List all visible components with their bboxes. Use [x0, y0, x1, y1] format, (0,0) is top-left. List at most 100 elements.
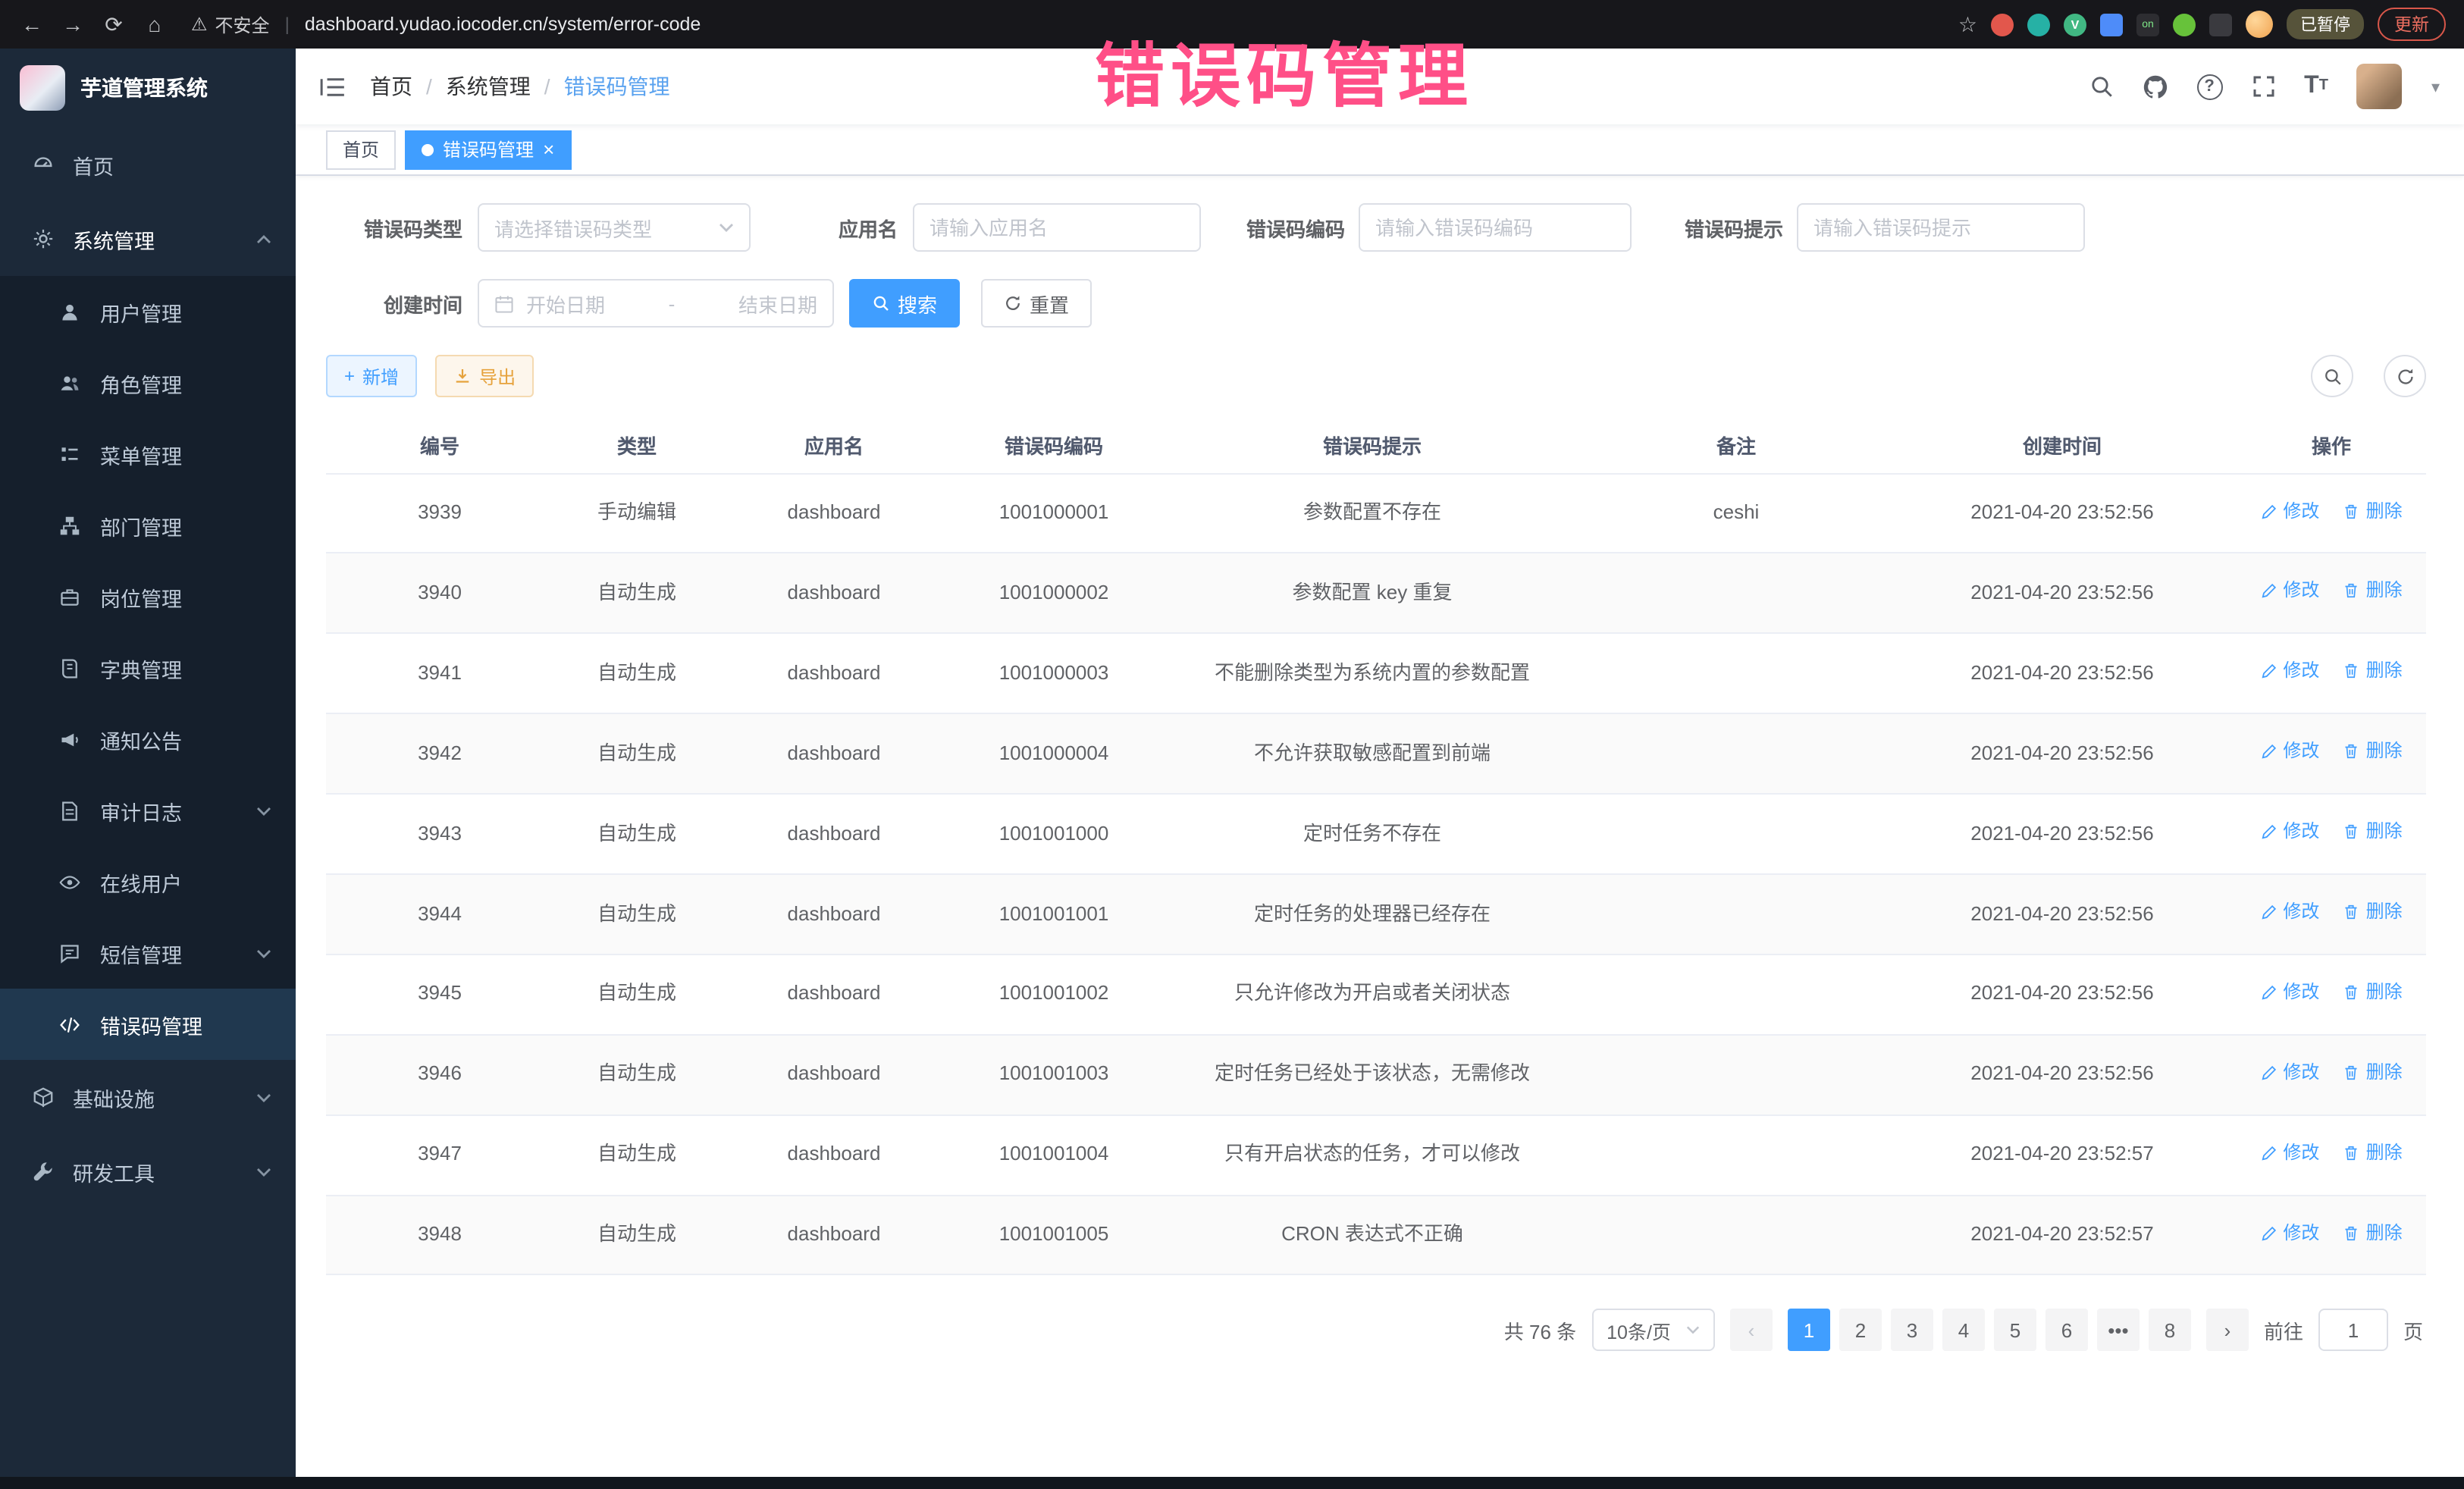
tab-errcode[interactable]: 错误码管理 ×: [405, 130, 571, 169]
sidebar-item-label: 系统管理: [73, 224, 155, 254]
edit-link[interactable]: 修改: [2260, 1218, 2319, 1247]
sidebar-item-user[interactable]: 用户管理: [0, 276, 296, 347]
prev-page-button[interactable]: ‹: [1730, 1309, 1773, 1352]
goto-prefix: 前往: [2264, 1316, 2303, 1345]
error-type-select[interactable]: 请选择错误码类型: [478, 203, 751, 252]
fullscreen-icon[interactable]: [2251, 74, 2275, 99]
help-icon[interactable]: ?: [2196, 74, 2222, 99]
page-button[interactable]: 2: [1839, 1309, 1882, 1352]
sidebar-item-audit[interactable]: 审计日志: [0, 775, 296, 846]
font-size-icon[interactable]: TT: [2304, 74, 2328, 99]
page-button[interactable]: 1: [1788, 1309, 1830, 1352]
toggle-search-button[interactable]: [2311, 355, 2353, 397]
sidebar-item-errcode[interactable]: 错误码管理: [0, 989, 296, 1060]
delete-link[interactable]: 删除: [2343, 497, 2403, 525]
add-button[interactable]: + 新增: [326, 355, 417, 397]
goto-page-input[interactable]: [2318, 1309, 2388, 1352]
search-icon[interactable]: [2089, 74, 2113, 99]
page-size-select[interactable]: 10条/页: [1591, 1309, 1715, 1352]
page-button[interactable]: 4: [1942, 1309, 1985, 1352]
user-avatar[interactable]: [2357, 64, 2403, 109]
update-button[interactable]: 更新: [2378, 8, 2446, 41]
refresh-button[interactable]: [2384, 355, 2426, 397]
error-msg-input[interactable]: [1797, 203, 2085, 252]
sidebar-item-system[interactable]: 系统管理: [0, 202, 296, 276]
error-code-table: 编号 类型 应用名 错误码编码 错误码提示 备注 创建时间 操作 3939: [326, 418, 2426, 1276]
close-tab-icon[interactable]: ×: [543, 139, 554, 159]
next-page-button[interactable]: ›: [2206, 1309, 2249, 1352]
github-icon[interactable]: [2142, 74, 2168, 99]
edit-link[interactable]: 修改: [2260, 577, 2319, 606]
browser-profile-avatar[interactable]: [2246, 11, 2273, 38]
date-range-picker[interactable]: 开始日期 - 结束日期: [478, 279, 834, 328]
extension-icon[interactable]: [2027, 13, 2050, 36]
reload-icon[interactable]: ⟳: [100, 11, 127, 37]
error-code-input[interactable]: [1359, 203, 1632, 252]
back-icon[interactable]: ←: [18, 12, 45, 36]
page-button[interactable]: 6: [2045, 1309, 2088, 1352]
sidebar-item-post[interactable]: 岗位管理: [0, 561, 296, 632]
sidebar-item-online[interactable]: 在线用户: [0, 846, 296, 917]
extension-icon[interactable]: [2173, 13, 2196, 36]
page-button[interactable]: 5: [1994, 1309, 2036, 1352]
sidebar-item-label: 在线用户: [100, 867, 182, 897]
system-submenu: 用户管理 角色管理 菜单管理 部门管理 岗位管理 字典管理: [0, 276, 296, 1060]
reset-button[interactable]: 重置: [981, 279, 1092, 328]
sidebar-item-infra[interactable]: 基础设施: [0, 1060, 296, 1134]
avatar-caret-icon[interactable]: ▾: [2431, 77, 2440, 96]
tab-home[interactable]: 首页: [326, 130, 396, 169]
cell-app: dashboard: [720, 1195, 948, 1275]
page-button[interactable]: 3: [1891, 1309, 1933, 1352]
vue-devtools-extension-icon[interactable]: V: [2064, 13, 2086, 36]
delete-link[interactable]: 删除: [2343, 1218, 2403, 1247]
sidebar-item-menu[interactable]: 菜单管理: [0, 418, 296, 490]
address-bar[interactable]: ⚠ 不安全 | dashboard.yudao.iocoder.cn/syste…: [182, 11, 1945, 37]
export-button[interactable]: 导出: [435, 355, 534, 397]
warning-icon: ⚠: [191, 14, 208, 35]
sidebar-item-dict[interactable]: 字典管理: [0, 632, 296, 704]
delete-link[interactable]: 删除: [2343, 1058, 2403, 1086]
extensions-puzzle-icon[interactable]: [2209, 13, 2232, 36]
edit-link[interactable]: 修改: [2260, 657, 2319, 686]
bookmark-star-icon[interactable]: ☆: [1958, 11, 1977, 37]
breadcrumb-item[interactable]: 系统管理: [446, 71, 531, 102]
delete-link[interactable]: 删除: [2343, 577, 2403, 606]
paused-badge[interactable]: 已暂停: [2287, 9, 2364, 39]
sidebar-toggle-icon[interactable]: [320, 77, 346, 96]
sidebar-item-notice[interactable]: 通知公告: [0, 704, 296, 775]
breadcrumb-item[interactable]: 首页: [370, 71, 412, 102]
edit-link[interactable]: 修改: [2260, 497, 2319, 525]
delete-link[interactable]: 删除: [2343, 978, 2403, 1007]
delete-link[interactable]: 删除: [2343, 657, 2403, 686]
edit-link[interactable]: 修改: [2260, 1138, 2319, 1167]
edit-link[interactable]: 修改: [2260, 978, 2319, 1007]
edit-link[interactable]: 修改: [2260, 1058, 2319, 1086]
edit-link[interactable]: 修改: [2260, 898, 2319, 926]
extension-icon[interactable]: [1991, 13, 2014, 36]
edit-link[interactable]: 修改: [2260, 817, 2319, 846]
delete-link[interactable]: 删除: [2343, 737, 2403, 766]
page-button[interactable]: •••: [2097, 1309, 2140, 1352]
forward-icon[interactable]: →: [59, 12, 86, 36]
sidebar-item-sms[interactable]: 短信管理: [0, 917, 296, 989]
extension-icon[interactable]: [2100, 13, 2123, 36]
cell-created-time: 2021-04-20 23:52:57: [1888, 1195, 2237, 1275]
search-button[interactable]: 搜索: [849, 279, 960, 328]
cell-message: 定时任务不存在: [1160, 794, 1585, 874]
extension-icon[interactable]: on: [2136, 13, 2159, 36]
sidebar-item-label: 部门管理: [100, 510, 182, 541]
sidebar-item-home[interactable]: 首页: [0, 127, 296, 202]
sidebar-item-label: 审计日志: [100, 795, 182, 826]
home-icon[interactable]: ⌂: [141, 12, 168, 36]
page-button[interactable]: 8: [2149, 1309, 2191, 1352]
app-name-input[interactable]: [913, 203, 1201, 252]
sidebar-item-dept[interactable]: 部门管理: [0, 490, 296, 561]
app-logo[interactable]: 芋道管理系统: [0, 49, 296, 127]
cell-type: 自动生成: [553, 553, 720, 634]
edit-link[interactable]: 修改: [2260, 737, 2319, 766]
delete-link[interactable]: 删除: [2343, 1138, 2403, 1167]
sidebar-item-devtool[interactable]: 研发工具: [0, 1134, 296, 1208]
delete-link[interactable]: 删除: [2343, 817, 2403, 846]
sidebar-item-role[interactable]: 角色管理: [0, 347, 296, 418]
delete-link[interactable]: 删除: [2343, 898, 2403, 926]
